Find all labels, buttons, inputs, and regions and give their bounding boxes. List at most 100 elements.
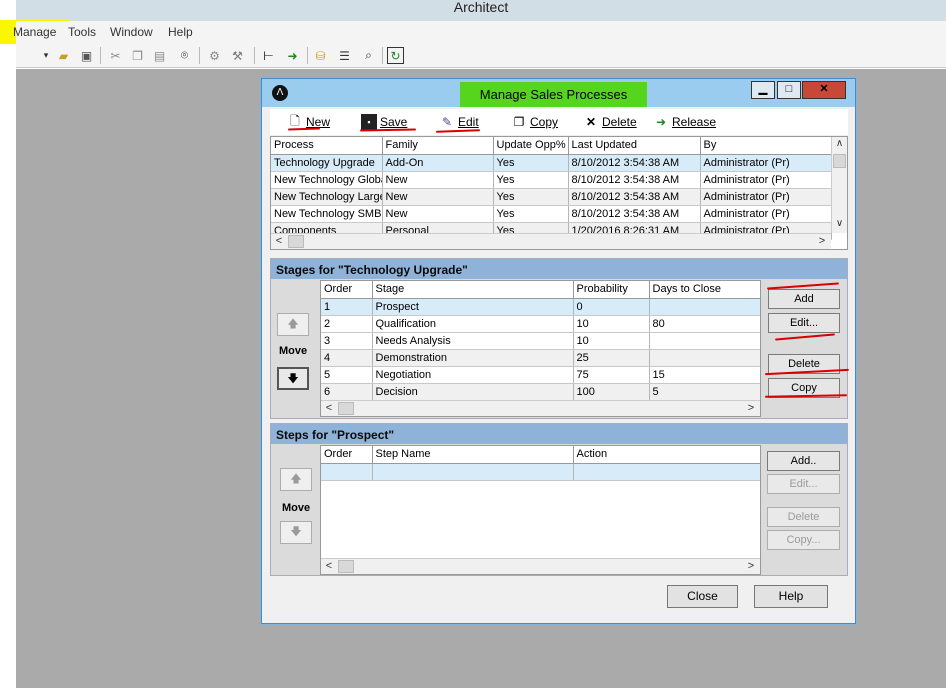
vertical-scrollbar[interactable]: ∧ ∨ — [831, 137, 847, 233]
scroll-right-icon[interactable]: > — [814, 234, 830, 249]
cell: 10 — [573, 315, 650, 333]
column-header[interactable]: Action — [573, 446, 760, 464]
scroll-thumb[interactable] — [338, 402, 354, 415]
cell: 8/10/2012 3:54:38 AM — [568, 205, 701, 223]
horizontal-scrollbar[interactable]: < > — [271, 233, 831, 249]
table-row[interactable]: Technology Upgrade Add-On Yes 8/10/2012 3:5… — [271, 154, 832, 172]
delete-step-button[interactable]: Delete — [767, 507, 840, 527]
scroll-left-icon[interactable]: < — [321, 401, 337, 416]
column-header[interactable]: Days to Close — [649, 281, 760, 299]
scroll-down-icon[interactable]: ∨ — [832, 217, 847, 232]
list-icon[interactable]: ☰ — [336, 47, 353, 64]
edit-icon: ✎ — [441, 115, 453, 129]
scroll-right-icon[interactable]: > — [743, 559, 759, 574]
hierarchy-icon[interactable]: ⊢ — [260, 47, 277, 64]
cell: Yes — [493, 205, 569, 223]
add-stage-button[interactable]: Add — [768, 289, 840, 309]
cell: Administrator (Pr) — [700, 171, 832, 189]
column-header[interactable]: Probability — [573, 281, 650, 299]
paste-icon[interactable]: ▤ — [151, 47, 168, 64]
table-row[interactable]: New Technology Large New Yes 8/10/2012 3:54… — [271, 188, 832, 206]
tools-icon[interactable]: ⚒ — [229, 47, 246, 64]
close-button[interactable]: Close — [667, 585, 738, 608]
dropdown-icon[interactable]: ▾ — [42, 47, 50, 64]
menu-help[interactable]: Help — [168, 25, 193, 39]
cell: 15 — [649, 366, 760, 384]
copy-button[interactable]: ❐ Copy — [511, 114, 558, 130]
save-button[interactable]: ▪ Save — [361, 114, 407, 130]
cut-icon[interactable]: ✂ — [107, 47, 124, 64]
cell: Demonstration — [372, 349, 574, 367]
table-header: Process Family Update Opp% Last Updated … — [271, 137, 832, 155]
refresh-icon[interactable]: ↻ — [387, 47, 404, 64]
save-icon[interactable]: ▣ — [78, 47, 95, 64]
horizontal-scrollbar[interactable]: < > — [321, 400, 760, 416]
zoom-icon[interactable]: ⌕ — [360, 47, 377, 64]
edit-button[interactable]: ✎ Edit — [439, 114, 479, 130]
scroll-thumb[interactable] — [288, 235, 304, 248]
move-up-button[interactable]: 🡅 — [277, 313, 309, 336]
menu-manage[interactable]: Manage — [13, 25, 56, 39]
copy-step-button[interactable]: Copy... — [767, 530, 840, 550]
scroll-up-icon[interactable]: ∧ — [832, 137, 847, 152]
maximize-button[interactable]: □ — [777, 81, 801, 99]
column-header[interactable]: By — [700, 137, 832, 155]
release-arrow-icon: ➜ — [655, 115, 667, 129]
move-down-button[interactable]: 🡇 — [280, 521, 312, 544]
find-icon[interactable]: ⌾ — [176, 47, 193, 64]
open-folder-icon[interactable]: ▰ — [55, 47, 72, 64]
horizontal-scrollbar[interactable]: < > — [321, 558, 760, 574]
delete-button[interactable]: ✕ Delete — [583, 114, 637, 130]
cell: Yes — [493, 171, 569, 189]
steps-panel: Steps for "Prospect" 🡅 Move 🡇 Order Step… — [270, 423, 848, 576]
column-header[interactable]: Order — [321, 446, 373, 464]
release-button[interactable]: ➜ Release — [653, 114, 716, 130]
cell: Yes — [493, 154, 569, 172]
properties-icon[interactable]: ⚙ — [206, 47, 223, 64]
table-row[interactable] — [321, 463, 760, 481]
add-step-button[interactable]: Add.. — [767, 451, 840, 471]
database-icon[interactable]: ⛁ — [312, 47, 329, 64]
help-button[interactable]: Help — [754, 585, 828, 608]
table-row[interactable]: New Technology Globa New Yes 8/10/2012 3:54… — [271, 171, 832, 189]
release-arrow-icon[interactable]: ➜ — [284, 47, 301, 64]
column-header[interactable]: Last Updated — [568, 137, 701, 155]
cell: New Technology SMB — [271, 205, 383, 223]
table-row[interactable]: 5 Negotiation 75 15 — [321, 366, 760, 384]
move-up-button[interactable]: 🡅 — [280, 468, 312, 491]
cell: 4 — [321, 349, 373, 367]
cell: Needs Analysis — [372, 332, 574, 350]
table-row[interactable]: 1 Prospect 0 — [321, 298, 760, 316]
table-row[interactable]: 3 Needs Analysis 10 — [321, 332, 760, 350]
table-row[interactable]: 2 Qualification 10 80 — [321, 315, 760, 333]
minimize-button[interactable]: ▁ — [751, 81, 775, 99]
menu-tools[interactable]: Tools — [68, 25, 96, 39]
table-row[interactable]: 6 Decision 100 5 — [321, 383, 760, 401]
column-header[interactable]: Step Name — [372, 446, 574, 464]
close-window-button[interactable]: ✕ — [802, 81, 846, 99]
column-header[interactable]: Stage — [372, 281, 574, 299]
scroll-right-icon[interactable]: > — [743, 401, 759, 416]
steps-grid[interactable]: Order Step Name Action < > — [320, 445, 761, 575]
scroll-left-icon[interactable]: < — [271, 234, 287, 249]
table-row[interactable]: 4 Demonstration 25 — [321, 349, 760, 367]
table-row[interactable]: New Technology SMB New Yes 8/10/2012 3:54:3… — [271, 205, 832, 223]
processes-grid[interactable]: Process Family Update Opp% Last Updated … — [270, 136, 848, 250]
edit-step-button[interactable]: Edit... — [767, 474, 840, 494]
scroll-left-icon[interactable]: < — [321, 559, 337, 574]
scroll-thumb[interactable] — [338, 560, 354, 573]
column-header[interactable]: Order — [321, 281, 373, 299]
edit-stage-button[interactable]: Edit... — [768, 313, 840, 333]
menu-window[interactable]: Window — [110, 25, 153, 39]
cell: 100 — [573, 383, 650, 401]
move-down-button[interactable]: 🡇 — [277, 367, 309, 390]
copy-icon[interactable]: ❐ — [129, 47, 146, 64]
column-header[interactable]: Update Opp% — [493, 137, 569, 155]
column-header[interactable]: Process — [271, 137, 383, 155]
cell: Yes — [493, 188, 569, 206]
app-logo-icon: Λ — [272, 85, 288, 101]
column-header[interactable]: Family — [382, 137, 494, 155]
cell: Decision — [372, 383, 574, 401]
stages-grid[interactable]: Order Stage Probability Days to Close 1P… — [320, 280, 761, 417]
scroll-thumb[interactable] — [833, 154, 846, 168]
